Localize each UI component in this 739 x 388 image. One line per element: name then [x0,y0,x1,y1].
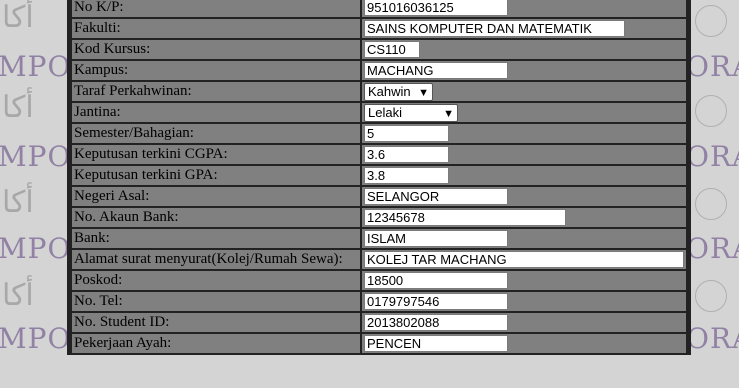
bank-account-input[interactable]: 12345678 [364,209,566,227]
watermark-text: ORA [686,140,739,173]
form-row-cgpa: Keputusan terkini CGPA: 3.6 [70,143,688,166]
field-label: Keputusan terkini GPA: [70,164,362,187]
field-label: Jantina: [70,101,362,124]
field-cell: 3.6 [360,143,688,166]
father-occupation-input[interactable]: PENCEN [364,335,508,353]
chevron-down-icon: ▼ [443,107,454,120]
semester-input[interactable]: 5 [364,125,449,143]
watermark-arabic: أكا [2,90,34,125]
field-cell: 18500 [360,269,688,292]
watermark-arabic: أكا [2,278,34,313]
form-row-marital-status: Taraf Perkahwinan: Kahwin ▼ [70,80,688,103]
marital-status-value: Kahwin [368,83,411,99]
student-id-input[interactable]: 2013802088 [364,314,508,332]
bank-input[interactable]: ISLAM [364,230,508,248]
gender-select[interactable]: Lelaki ▼ [364,103,458,122]
field-cell: 5 [360,122,688,145]
form-row-home-state: Negeri Asal: SELANGOR [70,185,688,208]
watermark-arabic: أكا [2,0,34,35]
field-label: Negeri Asal: [70,185,362,208]
form-row-bank-account: No. Akaun Bank: 12345678 [70,206,688,229]
field-label: No. Akaun Bank: [70,206,362,229]
field-cell: SELANGOR [360,185,688,208]
field-cell: 951016036125 [360,0,688,19]
faculty-input[interactable]: SAINS KOMPUTER DAN MATEMATIK [364,20,625,38]
form-row-gender: Jantina: Lelaki ▼ [70,101,688,124]
form-row-mailing-address: Alamat surat menyurat(Kolej/Rumah Sewa):… [70,248,688,271]
field-cell: CS110 [360,38,688,61]
phone-input[interactable]: 0179797546 [364,293,508,311]
field-label: Poskod: [70,269,362,292]
field-label: Alamat surat menyurat(Kolej/Rumah Sewa): [70,248,362,271]
field-label: Kampus: [70,59,362,82]
field-cell: ISLAM [360,227,688,250]
field-cell: 2013802088 [360,311,688,334]
watermark-text: ORA [686,50,739,83]
form-row-bank: Bank: ISLAM [70,227,688,250]
form-row-postcode: Poskod: 18500 [70,269,688,292]
field-label: Kod Kursus: [70,38,362,61]
campus-input[interactable]: MACHANG [364,62,508,80]
ic-number-input[interactable]: 951016036125 [364,0,508,17]
watermark-text: ORA [686,232,739,265]
form-row-campus: Kampus: MACHANG [70,59,688,82]
field-label: No. Student ID: [70,311,362,334]
form-row-course-code: Kod Kursus: CS110 [70,38,688,61]
form-row-phone: No. Tel: 0179797546 [70,290,688,313]
globe-icon [695,95,727,127]
field-cell: PENCEN [360,332,688,355]
field-label: Taraf Perkahwinan: [70,80,362,103]
field-label: Fakulti: [70,17,362,40]
gpa-input[interactable]: 3.8 [364,167,449,185]
field-cell: 0179797546 [360,290,688,313]
field-cell: 3.8 [360,164,688,187]
field-label: Semester/Bahagian: [70,122,362,145]
gender-value: Lelaki [368,104,402,120]
mailing-address-input[interactable]: KOLEJ TAR MACHANG [364,251,684,269]
field-cell: KOLEJ TAR MACHANG [360,248,688,271]
watermark-text: ORA [686,322,739,355]
globe-icon [695,5,727,37]
form-row-gpa: Keputusan terkini GPA: 3.8 [70,164,688,187]
globe-icon [695,280,727,312]
form-row-ic: No K/P: 951016036125 [70,0,688,19]
field-cell: 12345678 [360,206,688,229]
field-cell: MACHANG [360,59,688,82]
student-info-form: No K/P: 951016036125 Fakulti: SAINS KOMP… [67,0,691,355]
field-cell: Lelaki ▼ [360,101,688,124]
form-row-faculty: Fakulti: SAINS KOMPUTER DAN MATEMATIK [70,17,688,40]
home-state-input[interactable]: SELANGOR [364,188,508,206]
watermark-arabic: أكا [2,185,34,220]
field-label: Bank: [70,227,362,250]
field-label: Keputusan terkini CGPA: [70,143,362,166]
form-row-student-id: No. Student ID: 2013802088 [70,311,688,334]
field-label: No. Tel: [70,290,362,313]
marital-status-select[interactable]: Kahwin ▼ [364,82,433,101]
field-cell: Kahwin ▼ [360,80,688,103]
field-cell: SAINS KOMPUTER DAN MATEMATIK [360,17,688,40]
globe-icon [695,188,727,220]
form-table: No K/P: 951016036125 Fakulti: SAINS KOMP… [70,0,688,355]
postcode-input[interactable]: 18500 [364,272,508,290]
cgpa-input[interactable]: 3.6 [364,146,449,164]
form-row-semester: Semester/Bahagian: 5 [70,122,688,145]
chevron-down-icon: ▼ [418,86,429,99]
field-label: Pekerjaan Ayah: [70,332,362,355]
form-row-father-occupation: Pekerjaan Ayah: PENCEN [70,332,688,355]
field-label: No K/P: [70,0,362,19]
course-code-input[interactable]: CS110 [364,41,420,59]
